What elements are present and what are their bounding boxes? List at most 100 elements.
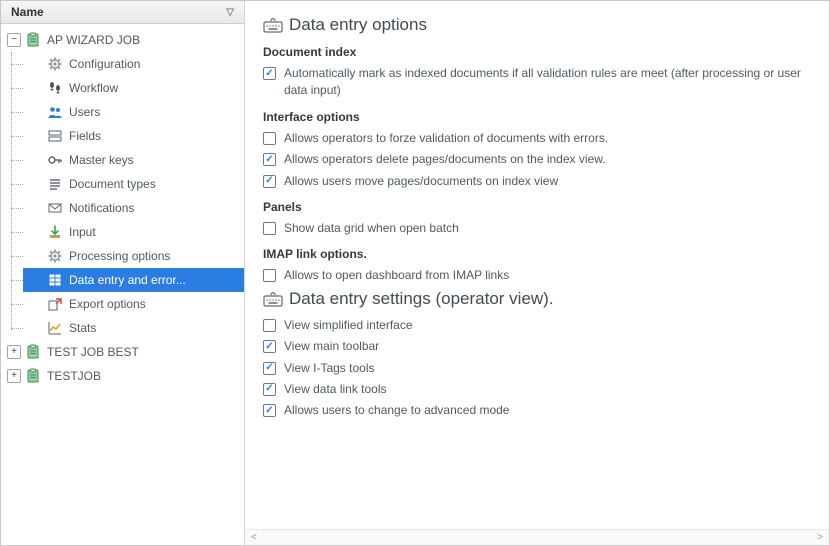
checkbox-row: View I-Tags tools [263, 360, 811, 377]
checkbox-label: Allows operators to forze validation of … [284, 130, 608, 147]
checkbox-label: Allows users to change to advanced mode [284, 402, 509, 419]
tree-item-label: Document types [69, 177, 156, 191]
clipboard-icon [25, 32, 41, 48]
group-heading: Panels [263, 200, 811, 214]
checkbox-label: Allows operators delete pages/documents … [284, 151, 606, 168]
clipboard-icon [25, 368, 41, 384]
footsteps-icon [47, 80, 63, 96]
checkbox-row: Allows to open dashboard from IMAP links [263, 267, 811, 284]
checkbox[interactable] [263, 222, 276, 235]
checkbox-label: View main toolbar [284, 338, 379, 355]
checkbox-row: Allows users to change to advanced mode [263, 402, 811, 419]
tree-item-export-options[interactable]: Export options [23, 292, 244, 316]
gear-icon [47, 56, 63, 72]
users-icon [47, 104, 63, 120]
checkbox[interactable] [263, 175, 276, 188]
checkbox-row: Allows operators to forze validation of … [263, 130, 811, 147]
keyboard-icon [263, 17, 283, 33]
tree-item-label: Users [69, 105, 100, 119]
tree-item-label: Processing options [69, 249, 170, 263]
tree[interactable]: − AP WIZARD JOB Configuration Workflow Users… [1, 24, 244, 545]
tree-item-processing-options[interactable]: Processing options [23, 244, 244, 268]
tree-item-stats[interactable]: Stats [23, 316, 244, 340]
checkbox-label: Allows to open dashboard from IMAP links [284, 267, 509, 284]
tree-item-ap-wizard-job[interactable]: − AP WIZARD JOB [1, 28, 244, 52]
tree-header-label: Name [11, 5, 44, 19]
tree-item-document-types[interactable]: Document types [23, 172, 244, 196]
checkbox-label: View simplified interface [284, 317, 413, 334]
scroll-right-icon[interactable]: > [817, 532, 823, 543]
checkbox-row: Allows users move pages/documents on ind… [263, 173, 811, 190]
checkbox-row: Automatically mark as indexed documents … [263, 65, 811, 100]
section-title-1: Data entry options [263, 15, 811, 35]
tree-panel: Name ▽ − AP WIZARD JOB Configuration Workfl… [1, 1, 245, 545]
checkbox-row: Show data grid when open batch [263, 220, 811, 237]
checkbox[interactable] [263, 269, 276, 282]
checkbox[interactable] [263, 340, 276, 353]
expander[interactable]: − [7, 33, 21, 47]
tree-item-label: TESTJOB [47, 369, 101, 383]
tree-item-label: AP WIZARD JOB [47, 33, 140, 47]
checkbox-label: Allows users move pages/documents on ind… [284, 173, 558, 190]
checkbox[interactable] [263, 153, 276, 166]
scroll-left-icon[interactable]: < [251, 532, 257, 543]
chart-icon [47, 320, 63, 336]
checkbox-label: View data link tools [284, 381, 387, 398]
tree-item-label: Data entry and error... [69, 273, 186, 287]
tree-item-testjob[interactable]: + TESTJOB [1, 364, 244, 388]
tree-item-workflow[interactable]: Workflow [23, 76, 244, 100]
checkbox-label: Automatically mark as indexed documents … [284, 65, 811, 100]
tree-item-fields[interactable]: Fields [23, 124, 244, 148]
key-icon [47, 152, 63, 168]
tree-item-configuration[interactable]: Configuration [23, 52, 244, 76]
tree-item-label: Fields [69, 129, 101, 143]
expander[interactable]: + [7, 345, 21, 359]
envelope-icon [47, 200, 63, 216]
sort-icon[interactable]: ▽ [226, 7, 234, 18]
section-title-1-text: Data entry options [289, 15, 427, 35]
tree-item-label: Export options [69, 297, 146, 311]
checkbox-label: View I-Tags tools [284, 360, 375, 377]
lines-icon [47, 176, 63, 192]
tree-item-users[interactable]: Users [23, 100, 244, 124]
tree-item-test-job-best[interactable]: + TEST JOB BEST [1, 340, 244, 364]
group-heading: Document index [263, 45, 811, 59]
tree-item-input[interactable]: Input [23, 220, 244, 244]
tree-item-notifications[interactable]: Notifications [23, 196, 244, 220]
checkbox[interactable] [263, 132, 276, 145]
tree-item-label: Input [69, 225, 96, 239]
checkbox-row: View data link tools [263, 381, 811, 398]
expander[interactable]: + [7, 369, 21, 383]
checkbox[interactable] [263, 319, 276, 332]
tree-header[interactable]: Name ▽ [1, 1, 244, 24]
content-panel: Data entry options Document index Automat… [245, 1, 829, 545]
checkbox-row: View simplified interface [263, 317, 811, 334]
checkbox[interactable] [263, 67, 276, 80]
checkbox-label: Show data grid when open batch [284, 220, 459, 237]
gear2-icon [47, 248, 63, 264]
tree-item-label: TEST JOB BEST [47, 345, 139, 359]
tree-item-label: Notifications [69, 201, 134, 215]
tree-item-label: Workflow [69, 81, 118, 95]
tree-item-master-keys[interactable]: Master keys [23, 148, 244, 172]
group-heading: Interface options [263, 110, 811, 124]
section-title-2: Data entry settings (operator view). [263, 289, 811, 309]
checkbox-row: Allows operators delete pages/documents … [263, 151, 811, 168]
clipboard-icon [25, 344, 41, 360]
tree-item-label: Stats [69, 321, 96, 335]
fields-icon [47, 128, 63, 144]
keyboard-icon [263, 291, 283, 307]
export-icon [47, 296, 63, 312]
checkbox[interactable] [263, 404, 276, 417]
horizontal-scrollbar[interactable]: < > [245, 529, 829, 545]
download-icon [47, 224, 63, 240]
tree-item-label: Configuration [69, 57, 140, 71]
app-window: Name ▽ − AP WIZARD JOB Configuration Workfl… [0, 0, 830, 546]
section-title-2-text: Data entry settings (operator view). [289, 289, 554, 309]
tree-item-label: Master keys [69, 153, 134, 167]
group-heading: IMAP link options. [263, 247, 811, 261]
checkbox[interactable] [263, 383, 276, 396]
checkbox-row: View main toolbar [263, 338, 811, 355]
checkbox[interactable] [263, 362, 276, 375]
tree-item-data-entry-and-error[interactable]: Data entry and error... [23, 268, 244, 292]
